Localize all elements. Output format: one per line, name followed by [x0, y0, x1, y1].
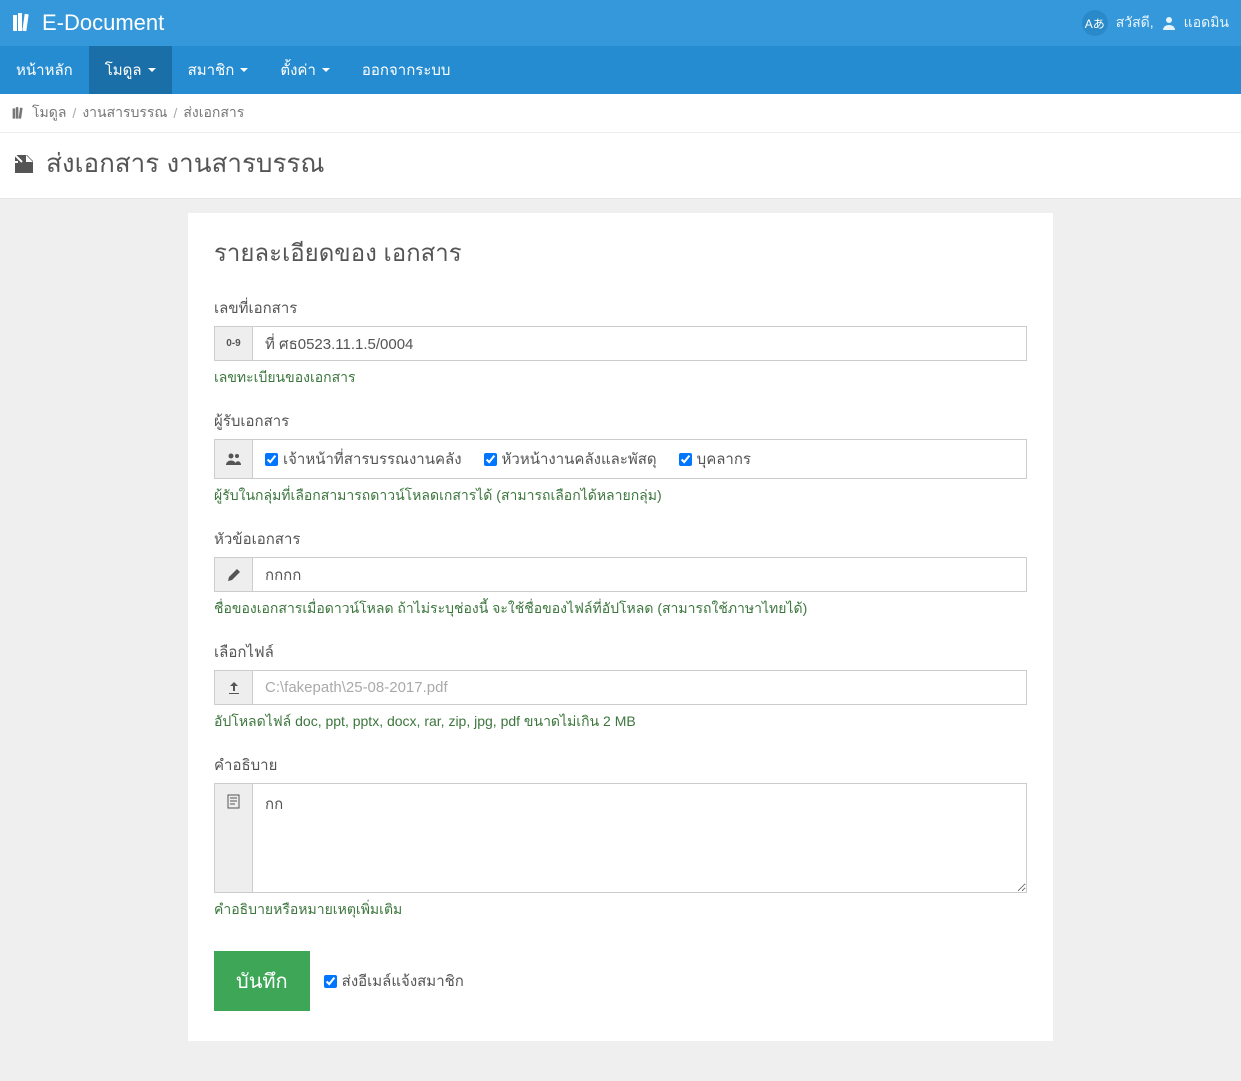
brand-text: E-Document — [42, 10, 164, 36]
nav-home[interactable]: หน้าหลัก — [0, 46, 89, 94]
field-description: คำอธิบาย คำอธิบายหรือหมายเหตุเพิ่มเติม — [214, 753, 1027, 921]
receiver-checkboxes: เจ้าหน้าที่สารบรรณงานคลัง หัวหน้างานคลัง… — [252, 439, 1027, 479]
receiver-opt2[interactable]: หัวหน้างานคลังและพัสดุ — [484, 447, 657, 471]
receiver-opt1[interactable]: เจ้าหน้าที่สารบรรณงานคลัง — [265, 447, 462, 471]
field-doc-no: เลขที่เอกสาร 0-9 เลขทะเบียนของเอกสาร — [214, 296, 1027, 389]
page-title: ส่งเอกสาร งานสารบรรณ — [0, 133, 1241, 199]
field-file: เลือกไฟล์ อัปโหลดไฟล์ doc, ppt, pptx, do… — [214, 640, 1027, 733]
file-help: อัปโหลดไฟล์ doc, ppt, pptx, docx, rar, z… — [214, 711, 1027, 733]
username[interactable]: แอดมิน — [1184, 12, 1229, 34]
doc-no-input[interactable] — [252, 326, 1027, 361]
description-label: คำอธิบาย — [214, 753, 1027, 777]
number-icon: 0-9 — [214, 326, 252, 361]
top-header: E-Document Aあ สวัสดี, แอดมิน — [0, 0, 1241, 46]
receiver-label: ผู้รับเอกสาร — [214, 409, 1027, 433]
user-area: Aあ สวัสดี, แอดมิน — [1082, 10, 1229, 36]
subject-input[interactable] — [252, 557, 1027, 592]
field-receiver: ผู้รับเอกสาร เจ้าหน้าที่สารบรรณงานคลัง ห… — [214, 409, 1027, 507]
breadcrumb-separator: / — [173, 105, 177, 121]
notify-email-checkbox[interactable]: ส่งอีเมล์แจ้งสมาชิก — [324, 969, 464, 993]
panel-title: รายละเอียดของ เอกสาร — [214, 233, 1027, 272]
users-icon — [214, 439, 252, 479]
pencil-icon — [214, 557, 252, 592]
file-label: เลือกไฟล์ — [214, 640, 1027, 664]
subject-help: ชื่อของเอกสารเมื่อดาวน์โหลด ถ้าไม่ระบุช่… — [214, 598, 1027, 620]
nav-logout[interactable]: ออกจากระบบ — [346, 46, 467, 94]
greeting-text: สวัสดี, — [1116, 12, 1154, 34]
nav-member[interactable]: สมาชิก — [172, 46, 265, 94]
file-input[interactable] — [252, 670, 1027, 705]
upload-icon — [214, 670, 252, 705]
document-send-icon — [12, 152, 36, 176]
nav-settings[interactable]: ตั้งค่า — [264, 46, 346, 94]
content-area: รายละเอียดของ เอกสาร เลขที่เอกสาร 0-9 เล… — [0, 199, 1241, 1081]
breadcrumb-item: ส่งเอกสาร — [183, 102, 244, 124]
breadcrumb: โมดูล / งานสารบรรณ / ส่งเอกสาร — [0, 94, 1241, 133]
description-textarea[interactable] — [252, 783, 1027, 893]
brand[interactable]: E-Document — [12, 10, 164, 36]
receiver-help: ผู้รับในกลุ่มที่เลือกสามารถดาวน์โหลดเกสา… — [214, 485, 1027, 507]
subject-label: หัวข้อเอกสาร — [214, 527, 1027, 551]
submit-row: บันทึก ส่งอีเมล์แจ้งสมาชิก — [214, 951, 1027, 1011]
form-panel: รายละเอียดของ เอกสาร เลขที่เอกสาร 0-9 เล… — [188, 213, 1053, 1041]
nav-module[interactable]: โมดูล — [89, 46, 172, 94]
breadcrumb-separator: / — [72, 105, 76, 121]
doc-no-help: เลขทะเบียนของเอกสาร — [214, 367, 1027, 389]
language-switch[interactable]: Aあ — [1082, 10, 1108, 36]
chevron-down-icon — [240, 68, 248, 72]
chevron-down-icon — [148, 68, 156, 72]
field-subject: หัวข้อเอกสาร ชื่อของเอกสารเมื่อดาวน์โหลด… — [214, 527, 1027, 620]
books-icon — [12, 13, 34, 33]
save-button[interactable]: บันทึก — [214, 951, 310, 1011]
breadcrumb-item[interactable]: งานสารบรรณ — [82, 102, 167, 124]
breadcrumb-item[interactable]: โมดูล — [32, 102, 66, 124]
page-title-text: ส่งเอกสาร งานสารบรรณ — [46, 143, 325, 184]
receiver-opt3[interactable]: บุคลากร — [679, 447, 751, 471]
user-icon — [1162, 16, 1176, 30]
chevron-down-icon — [322, 68, 330, 72]
description-help: คำอธิบายหรือหมายเหตุเพิ่มเติม — [214, 899, 1027, 921]
books-icon — [12, 107, 26, 120]
file-text-icon — [214, 783, 252, 893]
main-nav: หน้าหลัก โมดูล สมาชิก ตั้งค่า ออกจากระบบ — [0, 46, 1241, 94]
doc-no-label: เลขที่เอกสาร — [214, 296, 1027, 320]
